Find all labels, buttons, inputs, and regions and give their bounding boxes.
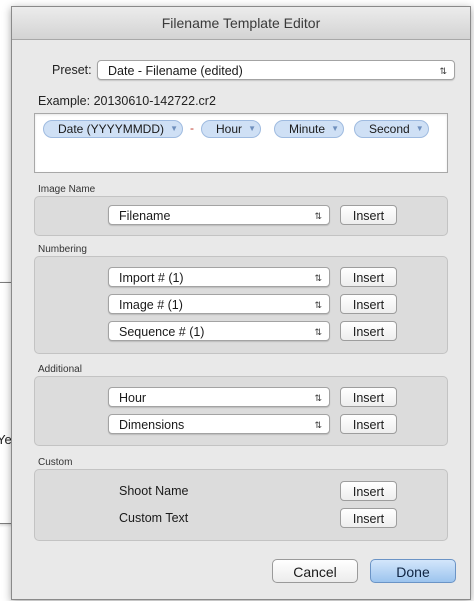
preset-popup[interactable]: Date - Filename (edited) ⇅: [97, 60, 455, 80]
numbering-popup-image[interactable]: Image # (1) ⇅: [108, 294, 330, 314]
custom-label-custom-text: Custom Text: [119, 511, 189, 525]
token-minute-label: Minute: [289, 122, 326, 136]
section-title-numbering: Numbering: [38, 244, 87, 255]
token-separator: -: [190, 121, 194, 135]
insert-button[interactable]: Insert: [340, 508, 397, 528]
cancel-button[interactable]: Cancel: [272, 559, 358, 583]
additional-popup-hour-value: Hour: [119, 391, 147, 405]
numbering-popup-sequence[interactable]: Sequence # (1) ⇅: [108, 321, 330, 341]
token-date[interactable]: Date (YYYYMMDD) ▼: [43, 120, 184, 138]
additional-popup-hour[interactable]: Hour ⇅: [108, 387, 330, 407]
preset-label: Preset:: [52, 63, 92, 77]
insert-button[interactable]: Insert: [340, 481, 397, 501]
numbering-popup-image-value: Image # (1): [119, 298, 183, 312]
popup-arrows-icon: ⇅: [314, 327, 322, 337]
image-name-group: Filename ⇅ Insert: [34, 196, 448, 236]
insert-button[interactable]: Insert: [340, 205, 397, 225]
custom-label-shoot-name: Shoot Name: [119, 484, 189, 498]
numbering-popup-import[interactable]: Import # (1) ⇅: [108, 267, 330, 287]
token-date-label: Date (YYYYMMDD): [58, 122, 165, 136]
token-hour[interactable]: Hour ▼: [201, 120, 262, 138]
additional-group: Hour ⇅ Insert Dimensions ⇅ Insert: [34, 376, 448, 446]
section-title-image-name: Image Name: [38, 184, 96, 195]
preset-value: Date - Filename (edited): [108, 64, 243, 78]
popup-arrows-icon: ⇅: [314, 273, 322, 283]
image-name-popup-value: Filename: [119, 209, 171, 223]
popup-arrows-icon: ⇅: [439, 66, 447, 76]
template-token-field[interactable]: Date (YYYYMMDD) ▼ - Hour ▼ Minute ▼ Seco…: [34, 113, 448, 173]
token-second-label: Second: [369, 122, 410, 136]
chevron-down-icon: ▼: [331, 124, 340, 133]
custom-group: Shoot Name Insert Custom Text Insert: [34, 469, 448, 541]
token-minute[interactable]: Minute ▼: [274, 120, 345, 138]
insert-button[interactable]: Insert: [340, 267, 397, 287]
chevron-down-icon: ▼: [415, 124, 424, 133]
popup-arrows-icon: ⇅: [314, 211, 322, 221]
chevron-down-icon: ▼: [170, 124, 179, 133]
popup-arrows-icon: ⇅: [314, 300, 322, 310]
numbering-group: Import # (1) ⇅ Insert Image # (1) ⇅ Inse…: [34, 256, 448, 354]
section-title-custom: Custom: [38, 457, 73, 468]
popup-arrows-icon: ⇅: [314, 420, 322, 430]
numbering-popup-import-value: Import # (1): [119, 271, 184, 285]
insert-button[interactable]: Insert: [340, 414, 397, 434]
example-text: Example: 20130610-142722.cr2: [38, 94, 216, 108]
additional-popup-dimensions-value: Dimensions: [119, 418, 185, 432]
dialog-title: Filename Template Editor: [12, 7, 470, 40]
done-button[interactable]: Done: [370, 559, 456, 583]
numbering-popup-sequence-value: Sequence # (1): [119, 325, 205, 339]
token-hour-label: Hour: [216, 122, 243, 136]
insert-button[interactable]: Insert: [340, 321, 397, 341]
popup-arrows-icon: ⇅: [314, 393, 322, 403]
token-second[interactable]: Second ▼: [354, 120, 429, 138]
insert-button[interactable]: Insert: [340, 294, 397, 314]
chevron-down-icon: ▼: [248, 124, 257, 133]
image-name-popup[interactable]: Filename ⇅: [108, 205, 330, 225]
filename-template-editor-dialog: Filename Template Editor Preset: Date - …: [11, 6, 471, 600]
insert-button[interactable]: Insert: [340, 387, 397, 407]
additional-popup-dimensions[interactable]: Dimensions ⇅: [108, 414, 330, 434]
section-title-additional: Additional: [38, 364, 82, 375]
